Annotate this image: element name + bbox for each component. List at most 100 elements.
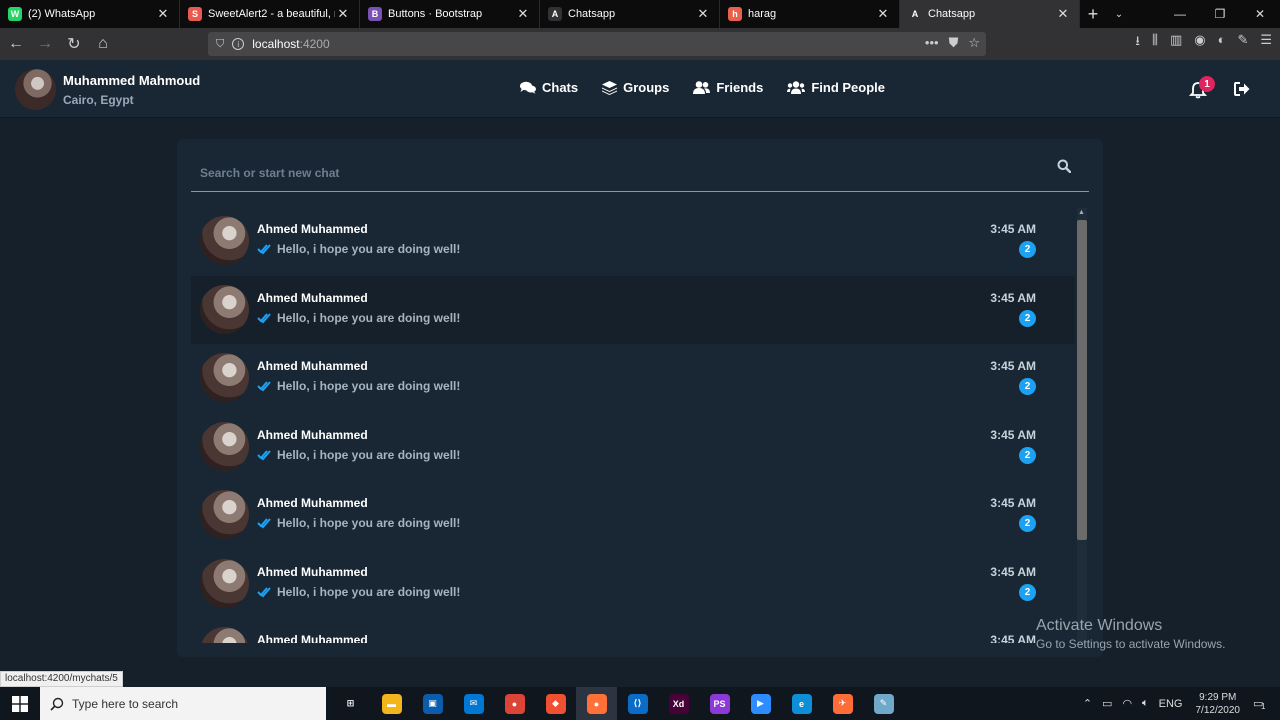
contact-name: Ahmed Muhammed xyxy=(257,633,368,643)
nav-groups[interactable]: Groups xyxy=(602,80,669,95)
contact-avatar[interactable] xyxy=(200,558,249,608)
logout-icon[interactable] xyxy=(1234,82,1250,96)
contact-avatar[interactable] xyxy=(200,627,249,643)
nav-chats[interactable]: Chats xyxy=(520,80,578,95)
menu-icon[interactable]: ☰ xyxy=(1260,32,1272,54)
chevron-up-icon[interactable]: ⌃ xyxy=(1083,697,1092,710)
notepad-icon: ✎ xyxy=(873,693,894,714)
restore-button[interactable]: ❐ xyxy=(1200,0,1240,28)
phpstorm-icon: PS xyxy=(709,693,730,714)
browser-tab[interactable]: W (2) WhatsApp ✕ xyxy=(0,0,180,28)
action-center-icon[interactable]: ▭ 1 xyxy=(1253,697,1275,711)
chat-list-item[interactable]: Ahmed Muhammed Hello, i hope you are doin… xyxy=(191,207,1075,276)
browser-tab[interactable]: A Chatsapp ✕ xyxy=(900,0,1080,28)
close-tab-icon[interactable]: ✕ xyxy=(515,6,531,22)
taskbar-app[interactable]: ● xyxy=(576,687,617,720)
taskbar-app[interactable]: ▶ xyxy=(740,687,781,720)
bookmark-star-icon[interactable]: ☆ xyxy=(968,35,980,51)
language-indicator[interactable]: ENG xyxy=(1159,698,1183,710)
taskbar-app[interactable]: ▣ xyxy=(412,687,453,720)
taskbar-app[interactable]: e xyxy=(781,687,822,720)
chat-list-item[interactable]: Ahmed Muhammed Hello, i hope you are doin… xyxy=(191,481,1075,550)
list-tabs-icon[interactable]: ⌄ xyxy=(1106,0,1132,28)
close-tab-icon[interactable]: ✕ xyxy=(875,6,891,22)
tab-title: Buttons · Bootstrap xyxy=(388,8,483,20)
new-tab-button[interactable]: + xyxy=(1080,0,1106,28)
contact-avatar[interactable] xyxy=(200,284,249,334)
taskbar-search[interactable]: Type here to search xyxy=(40,687,326,720)
chat-list-item[interactable]: Ahmed Muhammed 3:45 AM xyxy=(191,618,1075,643)
page-actions-icon[interactable]: ••• xyxy=(925,35,939,51)
chat-list-item[interactable]: Ahmed Muhammed Hello, i hope you are doin… xyxy=(191,275,1075,344)
contact-avatar[interactable] xyxy=(200,353,249,402)
clock-date: 7/12/2020 xyxy=(1195,704,1241,716)
search-input[interactable] xyxy=(191,155,1051,191)
browser-tab[interactable]: h harag ✕ xyxy=(720,0,900,28)
taskbar-app[interactable]: ⟨⟩ xyxy=(617,687,658,720)
forward-button[interactable]: → xyxy=(32,31,58,57)
browser-tab[interactable]: B Buttons · Bootstrap ✕ xyxy=(360,0,540,28)
bootstrap-icon: B xyxy=(368,7,382,21)
angular-icon: A xyxy=(548,7,562,21)
reload-button[interactable]: ↻ xyxy=(61,31,87,57)
downloads-icon[interactable]: ⭳ xyxy=(1135,32,1140,54)
account-icon[interactable]: ◉ xyxy=(1194,32,1205,54)
user-avatar[interactable] xyxy=(15,69,56,110)
close-tab-icon[interactable]: ✕ xyxy=(695,6,711,22)
contact-avatar[interactable] xyxy=(200,490,249,539)
taskbar-app[interactable]: ✉ xyxy=(453,687,494,720)
wifi-icon[interactable]: ◠ xyxy=(1122,697,1132,710)
taskbar-apps: ⊞ ▬ ▣ ✉ ● ◆ ● ⟨⟩ Xd PS ▶ e ✈ ✎ xyxy=(330,687,904,720)
browser-tab[interactable]: A Chatsapp ✕ xyxy=(540,0,720,28)
taskbar-app[interactable]: ● xyxy=(494,687,535,720)
taskbar-app[interactable]: PS xyxy=(699,687,740,720)
scrollbar[interactable]: ▲ xyxy=(1075,208,1089,646)
start-button[interactable] xyxy=(0,687,40,720)
battery-icon[interactable]: ▭ xyxy=(1102,697,1112,710)
close-tab-icon[interactable]: ✕ xyxy=(1055,6,1071,22)
contact-name: Ahmed Muhammed xyxy=(257,359,368,373)
back-button[interactable]: ← xyxy=(3,31,29,57)
nav-find-people[interactable]: Find People xyxy=(787,80,885,95)
contact-name: Ahmed Muhammed xyxy=(257,222,368,236)
contact-avatar[interactable] xyxy=(200,216,249,265)
taskbar-app[interactable]: Xd xyxy=(658,687,699,720)
info-icon[interactable]: i xyxy=(232,38,245,50)
nav-friends[interactable]: Friends xyxy=(693,80,763,95)
tab-title: (2) WhatsApp xyxy=(28,8,96,20)
minimize-button[interactable]: — xyxy=(1160,0,1200,28)
unread-badge: 2 xyxy=(1019,515,1036,532)
pen-icon[interactable]: ✎ xyxy=(1237,32,1248,54)
taskbar-app[interactable]: ✎ xyxy=(863,687,904,720)
shield-icon[interactable]: ⛉ xyxy=(216,38,224,51)
taskbar-app[interactable]: ◆ xyxy=(535,687,576,720)
chat-list-item[interactable]: Ahmed Muhammed Hello, i hope you are doin… xyxy=(191,413,1075,482)
chat-list-item[interactable]: Ahmed Muhammed Hello, i hope you are doin… xyxy=(191,344,1075,413)
close-tab-icon[interactable]: ✕ xyxy=(335,6,351,22)
search-icon[interactable] xyxy=(1057,159,1071,173)
taskbar-app[interactable]: ✈ xyxy=(822,687,863,720)
library-icon[interactable]: ⫼ xyxy=(1152,32,1158,54)
scroll-up-icon[interactable]: ▲ xyxy=(1078,209,1085,216)
contact-avatar[interactable] xyxy=(200,421,249,471)
taskbar-app[interactable]: ▬ xyxy=(371,687,412,720)
home-button[interactable]: ⌂ xyxy=(90,31,116,57)
sidebar-icon[interactable]: ▥ xyxy=(1170,32,1182,54)
close-window-button[interactable]: ✕ xyxy=(1240,0,1280,28)
adobe-xd-icon: Xd xyxy=(668,693,689,714)
message-time: 3:45 AM xyxy=(990,222,1036,236)
close-tab-icon[interactable]: ✕ xyxy=(155,6,171,22)
chat-list-item[interactable]: Ahmed Muhammed Hello, i hope you are doin… xyxy=(191,550,1075,619)
action-center-count: 1 xyxy=(1261,702,1266,711)
clock[interactable]: 9:29 PM 7/12/2020 xyxy=(1196,691,1241,717)
extension-icon[interactable]: ◐ xyxy=(1218,32,1226,54)
address-bar[interactable]: ⛉ i localhost:4200 ••• ⛊ ☆ xyxy=(208,32,986,56)
taskbar-app[interactable]: ⊞ xyxy=(330,687,371,720)
windows-logo-icon xyxy=(12,695,28,712)
browser-tab[interactable]: S SweetAlert2 - a beautiful, res✕ xyxy=(180,0,360,28)
volume-icon[interactable]: 🔈︎ xyxy=(1142,697,1149,710)
pocket-icon[interactable]: ⛊ xyxy=(949,35,959,51)
angular-icon: A xyxy=(908,7,922,21)
system-tray: ⌃ ▭ ◠ 🔈︎ ENG 9:29 PM 7/12/2020 ▭ 1 xyxy=(1078,687,1280,720)
scrollbar-thumb[interactable] xyxy=(1077,220,1087,540)
